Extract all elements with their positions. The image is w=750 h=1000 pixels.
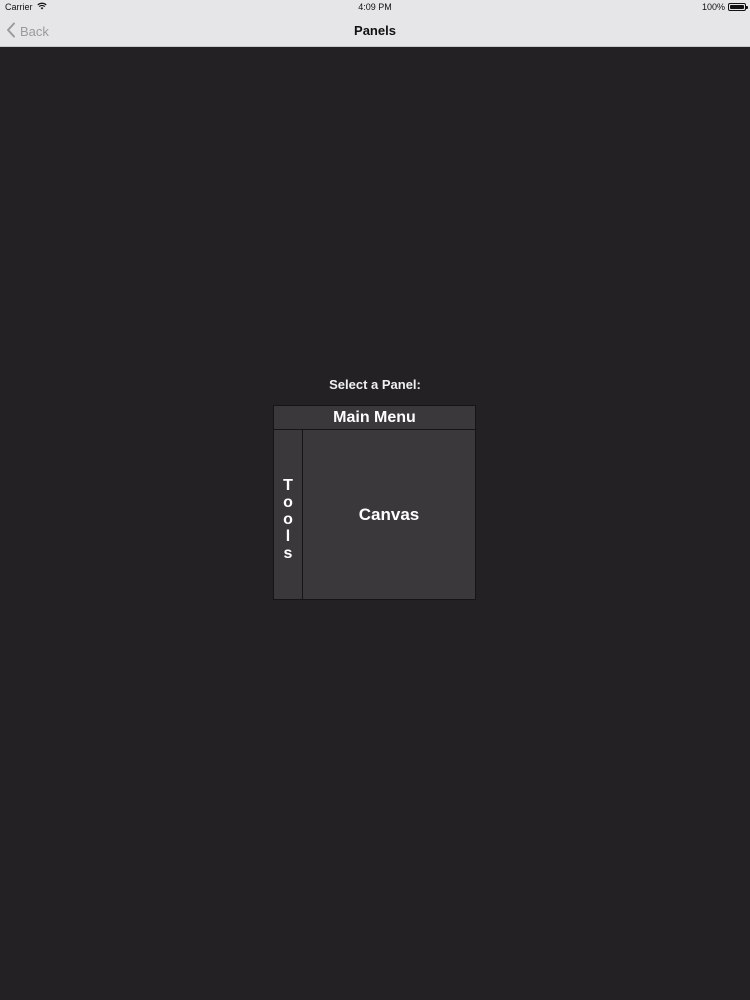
page-title: Panels xyxy=(354,23,396,38)
battery-percent: 100% xyxy=(701,2,725,12)
status-bar: Carrier 4:09 PM 100% xyxy=(0,0,750,14)
select-panel-prompt: Select a Panel: xyxy=(329,377,421,392)
battery-icon xyxy=(728,3,748,11)
tools-letter: T xyxy=(283,477,293,494)
status-time: 4:09 PM xyxy=(358,2,392,12)
tools-letter: s xyxy=(283,545,293,562)
panel-picker: Main Menu T o o l s Canvas xyxy=(273,405,476,600)
tools-panel[interactable]: T o o l s xyxy=(274,430,303,599)
tools-letter: o xyxy=(283,511,293,528)
tools-letter: o xyxy=(283,494,293,511)
canvas-panel[interactable]: Canvas xyxy=(303,430,475,599)
status-right: 100% xyxy=(701,2,748,12)
main-menu-panel[interactable]: Main Menu xyxy=(274,406,475,430)
tools-letter: l xyxy=(285,528,291,545)
tools-label: T o o l s xyxy=(283,477,293,562)
navigation-bar: Back Panels xyxy=(0,14,750,47)
